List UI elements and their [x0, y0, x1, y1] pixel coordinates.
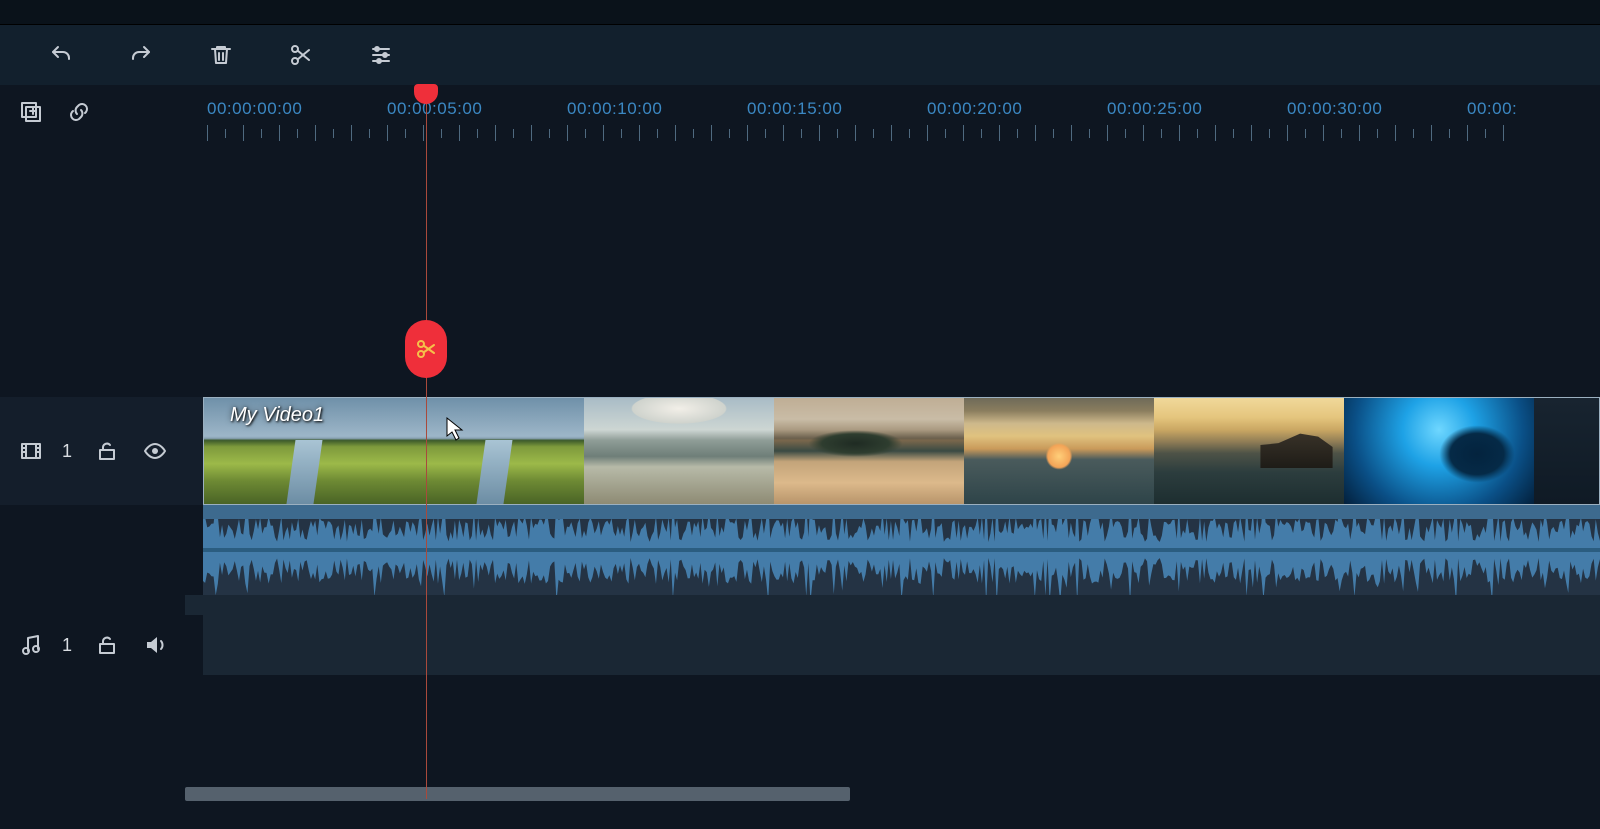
music-track-index: 1: [62, 635, 72, 656]
visibility-icon[interactable]: [142, 438, 168, 464]
music-track-lane[interactable]: [203, 615, 1600, 675]
scrollbar-thumb[interactable]: [185, 787, 850, 801]
time-ruler[interactable]: 00:00:00:00 00:00:05:00 00:00:10:00 00:00:1…: [203, 87, 1600, 159]
video-track-index: 1: [62, 441, 72, 462]
video-track-row: 1 My Video1: [0, 397, 1600, 505]
speaker-icon[interactable]: [142, 632, 168, 658]
toolbar: [0, 25, 1600, 87]
track-separator: [0, 595, 1600, 615]
video-clip[interactable]: My Video1: [203, 397, 1600, 505]
ruler-timestamp: 00:00:15:00: [747, 99, 842, 119]
split-marker[interactable]: [405, 320, 447, 378]
ruler-timestamp: 00:00:20:00: [927, 99, 1022, 119]
timeline-bottom-pad: [0, 675, 1600, 787]
clip-thumbnail: [774, 398, 964, 504]
clip-thumbnail: [1154, 398, 1344, 504]
mouse-cursor-icon: [445, 416, 465, 442]
unlock-icon[interactable]: [94, 438, 120, 464]
timeline-panel: 00:00:00:0000:00:05:0000:00:10:0000:00:1…: [0, 0, 1600, 829]
music-track-row: 1: [0, 615, 1600, 675]
settings-icon[interactable]: [368, 42, 394, 68]
link-icon[interactable]: [66, 99, 92, 125]
ruler-row: 00:00:00:00 00:00:05:00 00:00:10:00 00:00:1…: [0, 87, 1600, 159]
ruler-left-controls: [0, 87, 203, 159]
ruler-timestamp: 00:00:: [1467, 99, 1517, 119]
empty-tracks-area: [0, 159, 1600, 397]
clip-thumbnail: [1534, 398, 1599, 504]
ruler-timestamp: 00:00:10:00: [567, 99, 662, 119]
ruler-timestamp: 00:00:05:00: [387, 99, 482, 119]
clip-thumbnail: [584, 398, 774, 504]
audio-track-row: [0, 505, 1600, 595]
clip-thumbnail: [1344, 398, 1534, 504]
music-track-header: 1: [0, 615, 203, 675]
unlock-icon[interactable]: [94, 632, 120, 658]
clip-thumbnail: [964, 398, 1154, 504]
ruler-timestamp: 00:00:25:00: [1107, 99, 1202, 119]
redo-icon[interactable]: [128, 42, 154, 68]
ruler-timestamp: 00:00:00:00: [207, 99, 302, 119]
titlebar: [0, 0, 1600, 25]
ruler-timestamp: 00:00:30:00: [1287, 99, 1382, 119]
audio-waveform[interactable]: [203, 505, 1600, 595]
add-track-icon[interactable]: [18, 99, 44, 125]
clip-thumbnail: [394, 398, 584, 504]
music-track-icon: [18, 632, 44, 658]
video-track-icon: [18, 438, 44, 464]
undo-icon[interactable]: [48, 42, 74, 68]
clip-title: My Video1: [230, 404, 324, 427]
video-track-header: 1: [0, 397, 203, 505]
scrollbar-track[interactable]: [185, 787, 1600, 801]
horizontal-scrollbar: [0, 787, 1600, 805]
split-icon[interactable]: [288, 42, 314, 68]
delete-icon[interactable]: [208, 42, 234, 68]
